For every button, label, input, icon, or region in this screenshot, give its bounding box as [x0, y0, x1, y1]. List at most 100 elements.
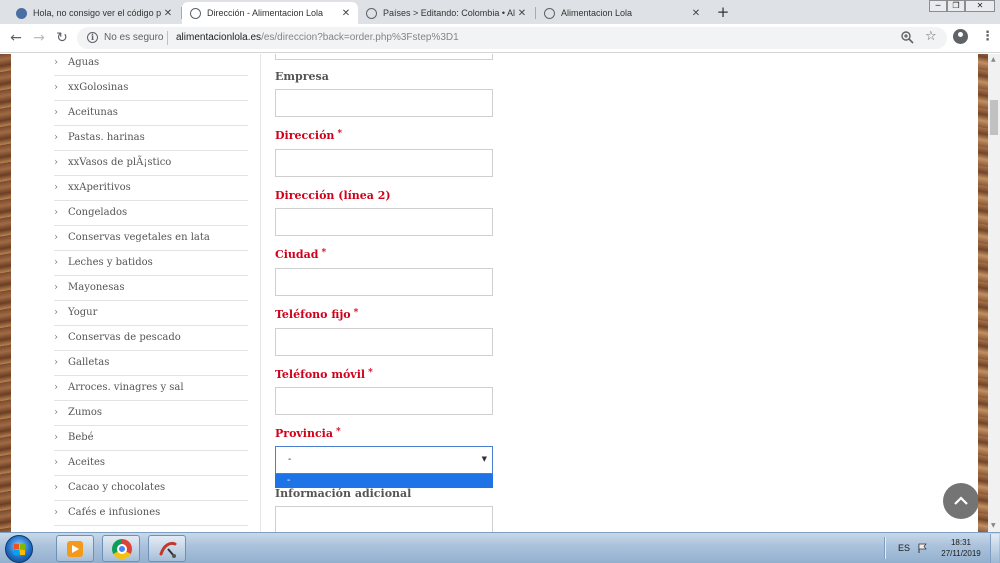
- provincia-selected-value: -: [288, 454, 292, 465]
- scrollbar-thumb[interactable]: [990, 100, 998, 135]
- chevron-right-icon: ›: [54, 357, 58, 368]
- telefono-movil-input[interactable]: [275, 387, 493, 415]
- close-icon[interactable]: ✕: [340, 8, 352, 19]
- web-page: › Aguas › xxGolosinas › Aceitunas › Pastas. …: [0, 54, 1000, 532]
- category-label: Mayonesas: [68, 282, 125, 293]
- required-mark: *: [335, 427, 341, 437]
- tab-title: Alimentacion Lola: [561, 8, 633, 18]
- tab-alimentacion-lola[interactable]: Alimentacion Lola ✕: [536, 2, 708, 24]
- close-icon[interactable]: ✕: [516, 8, 528, 19]
- language-indicator[interactable]: ES: [898, 543, 910, 553]
- column-divider: [260, 54, 261, 532]
- category-link[interactable]: › Aceites: [54, 451, 248, 476]
- category-label: xxAperitivos: [68, 182, 131, 193]
- background-texture: [978, 54, 988, 532]
- tab-title: Hola, no consigo ver el código p: [33, 8, 162, 18]
- taskbar-chrome[interactable]: [102, 535, 140, 562]
- bookmark-star-icon[interactable]: ☆: [925, 30, 939, 44]
- chevron-right-icon: ›: [54, 257, 58, 268]
- url-separator: [167, 31, 168, 45]
- category-label: Aceites: [68, 457, 106, 468]
- category-link[interactable]: › Congelados: [54, 201, 248, 226]
- address-bar[interactable]: i No es seguro alimentacionlola.es/es/di…: [77, 27, 947, 49]
- previous-field-input[interactable]: [275, 54, 493, 60]
- telefono-movil-label: Teléfono móvil *: [275, 368, 373, 381]
- category-link[interactable]: › Mayonesas: [54, 276, 248, 301]
- browser-tab-strip: Hola, no consigo ver el código p ✕ Direc…: [0, 0, 1000, 24]
- start-button[interactable]: [5, 535, 33, 563]
- direccion2-input[interactable]: [275, 208, 493, 236]
- required-mark: *: [368, 368, 373, 378]
- taskbar-media-player[interactable]: [56, 535, 94, 562]
- maximize-button[interactable]: ❐: [947, 0, 965, 12]
- url-text[interactable]: alimentacionlola.es/es/direccion?back=or…: [176, 32, 459, 43]
- category-link[interactable]: › xxVasos de plÃ¡stico: [54, 151, 248, 176]
- required-mark: *: [321, 248, 327, 258]
- scroll-down-arrow-icon[interactable]: ▼: [991, 522, 996, 529]
- tab-forum[interactable]: Hola, no consigo ver el código p ✕: [8, 2, 180, 24]
- telefono-fijo-input[interactable]: [275, 328, 493, 356]
- chevron-right-icon: ›: [54, 282, 58, 293]
- new-tab-button[interactable]: +: [713, 3, 733, 21]
- category-link[interactable]: › Conservas de pescado: [54, 326, 248, 351]
- more-menu-icon[interactable]: ⋮: [981, 28, 994, 46]
- category-label: xxGolosinas: [68, 82, 129, 93]
- tab-paises[interactable]: Países > Editando: Colombia • Al ✕: [358, 2, 534, 24]
- category-label: Aguas: [68, 57, 100, 68]
- chevron-right-icon: ›: [54, 382, 58, 393]
- forward-arrow-icon[interactable]: →: [31, 30, 47, 46]
- zoom-icon[interactable]: [901, 31, 915, 45]
- back-arrow-icon[interactable]: ←: [8, 30, 24, 46]
- profile-avatar-icon[interactable]: [953, 29, 968, 44]
- page-scrollbar[interactable]: ▲ ▼: [988, 54, 1000, 532]
- category-link[interactable]: › Zumos: [54, 401, 248, 426]
- globe-icon: [190, 7, 201, 19]
- direccion-input[interactable]: [275, 149, 493, 177]
- telefono-fijo-label: Teléfono fijo *: [275, 308, 359, 321]
- close-icon[interactable]: ✕: [162, 8, 174, 19]
- empresa-input[interactable]: [275, 89, 493, 117]
- clock[interactable]: 18:31 27/11/2019: [936, 537, 986, 559]
- chevron-right-icon: ›: [54, 132, 58, 143]
- taskbar-paint[interactable]: [148, 535, 186, 562]
- category-label: xxVasos de plÃ¡stico: [68, 157, 172, 168]
- show-desktop-button[interactable]: [990, 534, 999, 563]
- provincia-option[interactable]: -: [275, 474, 493, 488]
- category-link[interactable]: › Aguas: [54, 54, 248, 76]
- category-label: Bebé: [68, 432, 94, 443]
- category-link[interactable]: › Leches y batidos: [54, 251, 248, 276]
- category-link[interactable]: › Cafés e infusiones: [54, 501, 248, 526]
- not-secure-label[interactable]: No es seguro: [104, 32, 163, 43]
- category-label: Cafés e infusiones: [68, 507, 161, 518]
- category-link[interactable]: › Bebé: [54, 426, 248, 451]
- chevron-right-icon: ›: [54, 407, 58, 418]
- category-link[interactable]: › Yogur: [54, 301, 248, 326]
- chevron-right-icon: ›: [54, 82, 58, 93]
- paint-icon: [159, 541, 177, 558]
- close-icon[interactable]: ✕: [690, 8, 702, 19]
- scroll-to-top-button[interactable]: [943, 483, 979, 519]
- close-window-button[interactable]: ✕: [965, 0, 995, 12]
- direccion2-label: Dirección (línea 2): [275, 189, 391, 202]
- info-adicional-textarea[interactable]: [275, 506, 493, 532]
- reload-icon[interactable]: ↻: [54, 30, 70, 46]
- ciudad-input[interactable]: [275, 268, 493, 296]
- required-mark: *: [337, 129, 343, 139]
- category-label: Cacao y chocolates: [68, 482, 166, 493]
- action-center-flag-icon[interactable]: [918, 543, 928, 553]
- category-link[interactable]: › Aceitunas: [54, 101, 248, 126]
- category-link[interactable]: › Arroces. vinagres y sal: [54, 376, 248, 401]
- chevron-up-icon: [954, 496, 968, 505]
- category-link[interactable]: › xxAperitivos: [54, 176, 248, 201]
- category-link[interactable]: › Galletas: [54, 351, 248, 376]
- tab-direccion[interactable]: Dirección - Alimentacion Lola ✕: [182, 2, 358, 24]
- provincia-option-label: -: [287, 475, 291, 486]
- category-link[interactable]: › Cacao y chocolates: [54, 476, 248, 501]
- provincia-select[interactable]: - ▼: [275, 446, 493, 474]
- info-icon[interactable]: i: [87, 32, 98, 43]
- category-link[interactable]: › xxGolosinas: [54, 76, 248, 101]
- category-link[interactable]: › Conservas vegetales en lata: [54, 226, 248, 251]
- scroll-up-arrow-icon[interactable]: ▲: [991, 56, 996, 63]
- category-link[interactable]: › Pastas. harinas: [54, 126, 248, 151]
- minimize-button[interactable]: ─: [929, 0, 947, 12]
